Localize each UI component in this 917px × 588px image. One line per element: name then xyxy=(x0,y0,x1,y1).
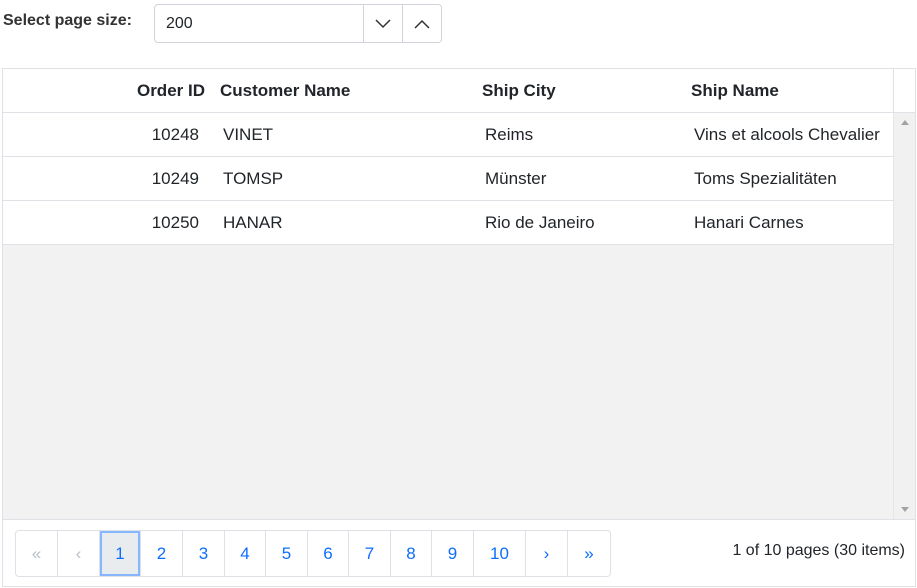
cell-ship-city: Münster xyxy=(485,169,547,188)
column-header-ship-city[interactable]: Ship City xyxy=(482,69,556,113)
cell-customer-name: TOMSP xyxy=(223,169,284,188)
cell-customer-name: VINET xyxy=(223,125,274,144)
pager: « ‹ 1 2 3 4 5 6 7 8 9 10 › » 1 of 10 pag… xyxy=(3,519,915,586)
table-row[interactable]: 10250 HANAR Rio de Janeiro Hanari Carnes xyxy=(3,201,893,245)
page-button-2[interactable]: 2 xyxy=(141,531,183,576)
table-row[interactable]: 10249 TOMSP Münster Toms Spezialitäten xyxy=(3,157,893,201)
page-size-value[interactable]: 200 xyxy=(155,5,363,42)
prev-page-button[interactable]: ‹ xyxy=(58,531,100,576)
page-button-3[interactable]: 3 xyxy=(183,531,225,576)
grid-body: 10248 VINET Reims Vins et alcools Cheval… xyxy=(3,113,893,519)
pager-buttons: « ‹ 1 2 3 4 5 6 7 8 9 10 › » xyxy=(15,530,611,577)
page-button-6[interactable]: 6 xyxy=(308,531,349,576)
pager-info: 1 of 10 pages (30 items) xyxy=(732,542,905,559)
page-button-7[interactable]: 7 xyxy=(349,531,391,576)
cell-order-id: 10250 xyxy=(151,213,199,232)
cell-ship-city: Rio de Janeiro xyxy=(485,213,595,232)
page-size-label: Select page size: xyxy=(3,12,132,29)
next-page-button[interactable]: › xyxy=(526,531,568,576)
cell-ship-name: Hanari Carnes xyxy=(694,213,804,232)
cell-customer-name: HANAR xyxy=(223,213,283,232)
table-row[interactable]: 10248 VINET Reims Vins et alcools Cheval… xyxy=(3,113,893,157)
column-header-ship-name[interactable]: Ship Name xyxy=(691,69,779,113)
cell-ship-name: Vins et alcools Chevalier xyxy=(694,125,880,144)
spin-down-button[interactable] xyxy=(363,5,402,42)
page-button-8[interactable]: 8 xyxy=(391,531,432,576)
page-button-9[interactable]: 9 xyxy=(432,531,474,576)
page-button-10[interactable]: 10 xyxy=(474,531,526,576)
header-scrollbar-spacer xyxy=(893,69,915,113)
page-button-1[interactable]: 1 xyxy=(100,531,141,576)
column-header-customer-name[interactable]: Customer Name xyxy=(220,69,350,113)
scroll-up-arrow-icon[interactable] xyxy=(901,120,909,125)
column-header-order-id[interactable]: Order ID xyxy=(3,69,205,113)
cell-ship-name: Toms Spezialitäten xyxy=(694,169,837,188)
orders-grid: Order ID Customer Name Ship City Ship Na… xyxy=(2,68,916,587)
chevron-up-icon xyxy=(414,19,430,29)
cell-order-id: 10249 xyxy=(151,169,199,188)
page-button-4[interactable]: 4 xyxy=(225,531,266,576)
page-button-5[interactable]: 5 xyxy=(266,531,308,576)
cell-ship-city: Reims xyxy=(485,125,534,144)
scroll-down-arrow-icon[interactable] xyxy=(901,507,909,512)
grid-header: Order ID Customer Name Ship City Ship Na… xyxy=(3,69,893,113)
cell-order-id: 10248 xyxy=(151,125,199,144)
chevron-down-icon xyxy=(375,18,391,28)
vertical-scrollbar[interactable] xyxy=(893,113,915,519)
toolbar: Select page size: 200 xyxy=(0,0,917,46)
last-page-button[interactable]: » xyxy=(568,531,610,576)
first-page-button[interactable]: « xyxy=(16,531,58,576)
page-size-numeric-input[interactable]: 200 xyxy=(154,4,442,43)
spin-up-button[interactable] xyxy=(402,5,441,42)
